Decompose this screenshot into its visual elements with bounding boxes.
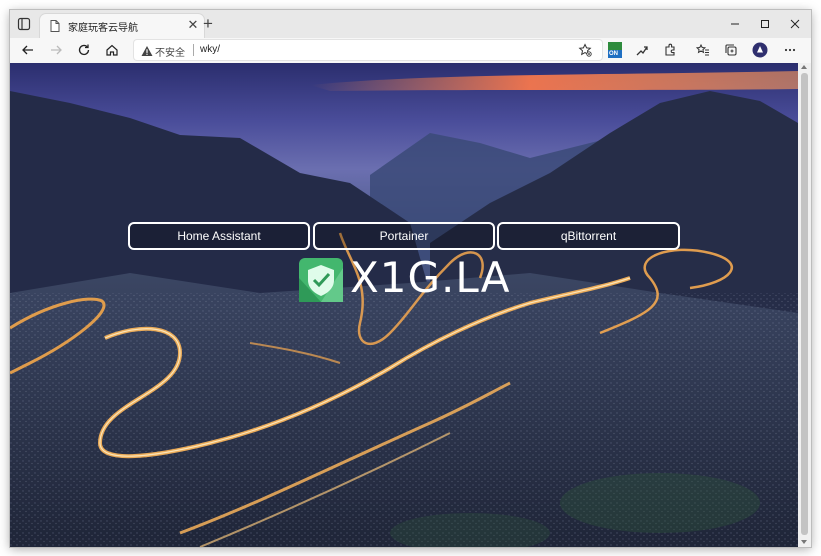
minimize-icon[interactable] bbox=[720, 14, 750, 34]
tab-actions-icon[interactable] bbox=[16, 16, 32, 32]
new-tab-icon[interactable]: + bbox=[200, 15, 216, 32]
home-icon[interactable] bbox=[104, 42, 120, 58]
scrollbar-thumb[interactable] bbox=[801, 73, 808, 535]
add-favorite-icon[interactable] bbox=[578, 43, 592, 57]
collections-icon[interactable] bbox=[723, 42, 739, 58]
close-tab-icon[interactable]: ✕ bbox=[186, 18, 200, 32]
refresh-icon[interactable] bbox=[76, 42, 92, 58]
forward-icon[interactable] bbox=[48, 42, 64, 58]
tab-bar: 家庭玩客云导航 ✕ + bbox=[10, 10, 811, 38]
address-toolbar: 不安全 wky/ ON bbox=[10, 38, 811, 64]
page-content: Home Assistant Portainer qBittorrent X1G… bbox=[10, 63, 798, 547]
extension-badge-label: ON bbox=[609, 51, 618, 57]
extension-on-icon[interactable]: ON bbox=[607, 42, 623, 58]
favorites-icon[interactable] bbox=[695, 42, 711, 58]
extensions-icon[interactable] bbox=[662, 42, 678, 58]
close-window-icon[interactable] bbox=[780, 14, 810, 34]
vertical-scrollbar[interactable] bbox=[798, 63, 811, 547]
home-assistant-link[interactable]: Home Assistant bbox=[128, 222, 310, 250]
url-text[interactable]: wky/ bbox=[200, 44, 220, 55]
maximize-icon[interactable] bbox=[750, 14, 780, 34]
warning-icon[interactable] bbox=[141, 44, 153, 56]
back-icon[interactable] bbox=[20, 42, 36, 58]
portainer-link[interactable]: Portainer bbox=[313, 222, 495, 250]
browser-window: 家庭玩客云导航 ✕ + 不安全 wky/ ON Home Assistant P… bbox=[10, 10, 811, 547]
qbittorrent-link[interactable]: qBittorrent bbox=[497, 222, 680, 250]
address-bar[interactable]: 不安全 wky/ bbox=[134, 40, 602, 60]
page-icon bbox=[48, 19, 62, 33]
tab-title: 家庭玩客云导航 bbox=[68, 23, 138, 34]
profile-avatar[interactable] bbox=[752, 42, 768, 58]
active-tab[interactable]: 家庭玩客云导航 ✕ bbox=[40, 14, 204, 38]
not-secure-label[interactable]: 不安全 bbox=[155, 44, 185, 59]
scroll-down-icon[interactable] bbox=[801, 540, 807, 544]
site-logo-text: X1G.LA bbox=[350, 253, 511, 302]
read-aloud-icon[interactable] bbox=[634, 42, 650, 58]
address-divider bbox=[193, 44, 194, 56]
site-logo-icon bbox=[299, 258, 343, 302]
more-options-icon[interactable] bbox=[782, 42, 798, 58]
scroll-up-icon[interactable] bbox=[801, 65, 807, 69]
background-landscape-image bbox=[10, 63, 798, 547]
